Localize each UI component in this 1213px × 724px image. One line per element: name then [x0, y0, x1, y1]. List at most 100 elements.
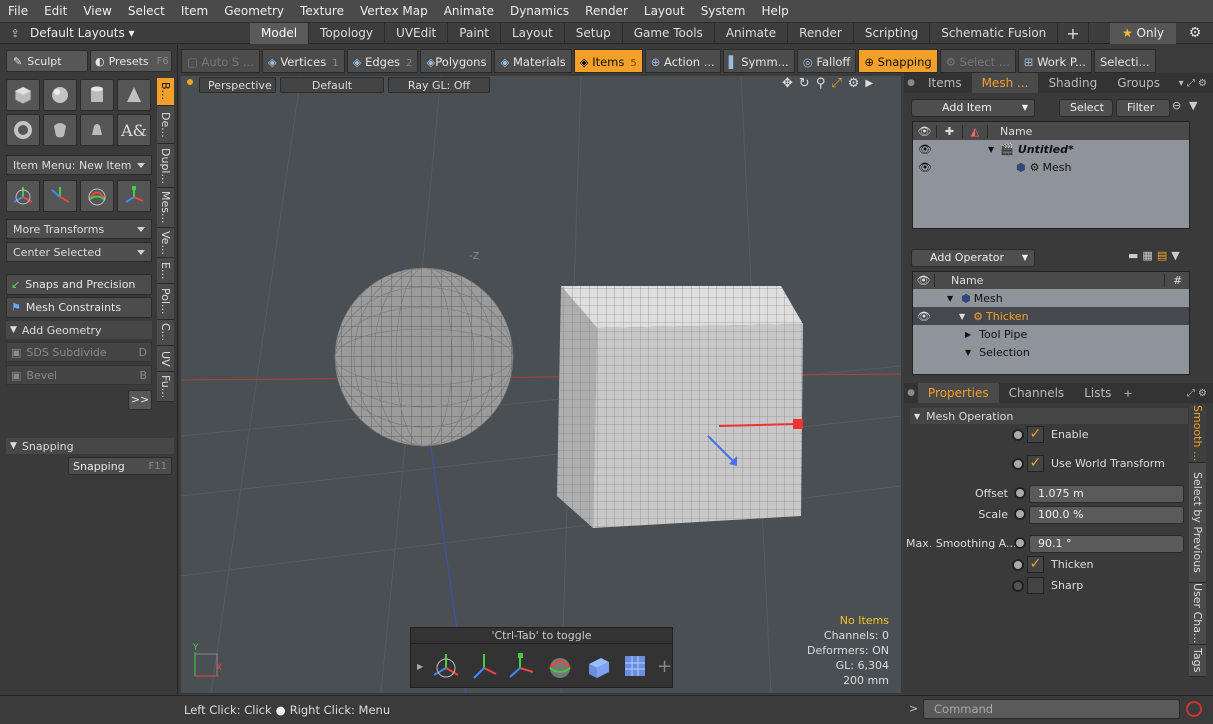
list-item[interactable]: ▶ Tool Pipe [913, 325, 1189, 343]
materials-button[interactable]: ◈ Materials [494, 49, 572, 73]
vtab-mesh-edit[interactable]: Mes... [157, 188, 174, 228]
add-tab-icon[interactable]: + [1058, 22, 1089, 44]
list-item[interactable]: 👁 ⬢ ⚙ Mesh [913, 158, 1189, 176]
offset-keyframe[interactable] [1014, 487, 1026, 499]
vtab-uv[interactable]: UV [157, 346, 174, 372]
list-item[interactable]: ▼ Selection [913, 343, 1189, 361]
list-item[interactable]: ▼ ⬢ Mesh [913, 289, 1189, 307]
snaps-precision-button[interactable]: ↙ Snaps and Precision [6, 274, 152, 295]
record-icon[interactable] [1186, 701, 1202, 717]
tab-topology[interactable]: Topology [309, 22, 386, 44]
pan-icon[interactable]: ✥ [782, 76, 793, 91]
offset-field[interactable]: 1.075 m [1029, 485, 1184, 503]
panel-dot-icon[interactable]: ● [904, 388, 918, 398]
thicken-keyframe[interactable] [1012, 558, 1024, 571]
tab-uvedit[interactable]: UVEdit [385, 22, 449, 44]
sphere-mesh[interactable] [334, 267, 514, 447]
tab-scripting[interactable]: Scripting [854, 22, 931, 44]
bevel-button[interactable]: ▣ Bevel B [6, 365, 152, 385]
rotate-icon[interactable] [544, 650, 575, 682]
settings-icon[interactable]: ⚙ [848, 76, 860, 91]
item-menu-dropdown[interactable]: Item Menu: New Item [6, 155, 152, 175]
tab-mesh-ops[interactable]: Mesh ... [971, 73, 1039, 93]
expand-arrow-icon[interactable]: ▼ [965, 348, 971, 357]
selection-sets-button[interactable]: Selecti... [1093, 49, 1156, 73]
panel-options-icon[interactable]: ⤢ ⚙ [1187, 388, 1213, 399]
expand-arrow-icon[interactable]: ▶ [965, 330, 971, 339]
element-move-icon[interactable] [581, 650, 612, 682]
menu-layout[interactable]: Layout [636, 0, 693, 23]
polygons-button[interactable]: ◈Polygons [420, 49, 493, 73]
enable-keyframe[interactable] [1012, 428, 1024, 441]
menu-geometry[interactable]: Geometry [216, 0, 292, 23]
orbit-icon[interactable]: ↻ [799, 76, 810, 91]
add-operator-button[interactable]: Add Operator ▼ [911, 249, 1035, 267]
3d-viewport[interactable]: Y X -Z Perspective Default Ray GL: Off ✥… [181, 76, 901, 693]
tab-properties[interactable]: Properties [918, 383, 999, 403]
edges-button[interactable]: ◈ Edges 2 [346, 49, 419, 73]
tab-lists[interactable]: Lists [1074, 383, 1121, 403]
snapping-button[interactable]: Snapping F11 [68, 457, 172, 475]
vtab-edge[interactable]: E... [157, 258, 174, 284]
vtab-basic[interactable]: B... [157, 78, 174, 106]
vtab-deform[interactable]: De... [157, 106, 174, 144]
enable-checkbox[interactable]: ✓ [1027, 426, 1044, 443]
filter-button[interactable]: Filter [1116, 99, 1170, 117]
expand-arrow-icon[interactable]: ▶ [865, 78, 873, 89]
cone-icon[interactable] [117, 79, 151, 111]
scale-field[interactable]: 100.0 % [1029, 506, 1184, 524]
vtab-fusion[interactable]: Fu... [157, 372, 174, 402]
bell-icon[interactable] [80, 114, 114, 146]
menu-vertex-map[interactable]: Vertex Map [352, 0, 436, 23]
capsule-icon[interactable] [43, 114, 77, 146]
side-tab-tags[interactable]: Tags [1189, 645, 1206, 677]
more-button[interactable]: >> [128, 390, 152, 410]
world-transform-keyframe[interactable] [1012, 457, 1024, 470]
torus-icon[interactable] [6, 114, 40, 146]
scale-keyframe[interactable] [1014, 508, 1026, 520]
presets-button[interactable]: ◐ Presets F6 [90, 50, 172, 72]
sculpt-button[interactable]: ✎ Sculpt [6, 50, 88, 72]
tab-render[interactable]: Render [788, 22, 854, 44]
zoom-icon[interactable]: ⚲ [816, 76, 826, 91]
tab-game-tools[interactable]: Game Tools [623, 22, 715, 44]
menu-item[interactable]: Item [173, 0, 216, 23]
work-plane-button[interactable]: ⊞ Work P... [1017, 49, 1092, 73]
list-item[interactable]: 👁 ▼ 🎬 Untitled* [913, 140, 1189, 158]
translate-icon[interactable] [468, 650, 499, 682]
snapping-section[interactable]: ▼ Snapping [6, 438, 174, 454]
sphere-icon[interactable] [43, 79, 77, 111]
vertices-button[interactable]: ◈ Vertices 1 [261, 49, 345, 73]
vtab-vertex[interactable]: Ve... [157, 228, 174, 258]
gear-icon[interactable]: ⚙ [1184, 23, 1206, 44]
tab-setup[interactable]: Setup [565, 22, 623, 44]
use-world-transform-checkbox[interactable]: ✓ [1027, 455, 1044, 472]
more-transforms-dropdown[interactable]: More Transforms [6, 219, 152, 239]
tab-groups[interactable]: Groups [1107, 73, 1170, 93]
cube-icon[interactable] [6, 79, 40, 111]
mesh-constraints-button[interactable]: ⚑ Mesh Constraints [6, 297, 152, 318]
shading-dropdown[interactable]: Default [280, 77, 384, 93]
command-input[interactable]: Command [923, 699, 1180, 719]
eye-icon[interactable]: 👁 [913, 161, 937, 174]
sharp-checkbox[interactable]: ✓ [1027, 577, 1044, 594]
tab-items[interactable]: Items [918, 73, 972, 93]
symmetry-button[interactable]: ▌ Symm... [722, 49, 795, 73]
tab-model[interactable]: Model [250, 22, 310, 44]
eye-icon[interactable]: 👁 [913, 310, 935, 323]
side-tab-user-channels[interactable]: User Cha... [1189, 583, 1206, 645]
text-icon[interactable]: A& [117, 114, 151, 146]
transform-gizmo-icon[interactable] [117, 180, 151, 212]
vtab-duplicate[interactable]: Dupl... [157, 144, 174, 188]
funnel-icon[interactable]: ▼ [1171, 249, 1179, 262]
thicken-checkbox[interactable]: ✓ [1027, 556, 1044, 573]
expand-arrow-icon[interactable]: ▼ [959, 312, 965, 321]
items-button[interactable]: ◈ Items 5 [573, 49, 643, 73]
center-selected-dropdown[interactable]: Center Selected [6, 242, 152, 262]
add-geometry-section[interactable]: ▼ Add Geometry [6, 321, 152, 339]
sds-subdivide-button[interactable]: ▣ SDS Subdivide D [6, 342, 152, 362]
expand-arrow-icon[interactable]: ▼ [988, 145, 994, 154]
side-tab-select-previous[interactable]: Select by Previous O... [1189, 463, 1206, 583]
auto-select-button[interactable]: ▢ Auto S ... [181, 49, 260, 73]
only-button[interactable]: ★ Only [1110, 23, 1176, 44]
